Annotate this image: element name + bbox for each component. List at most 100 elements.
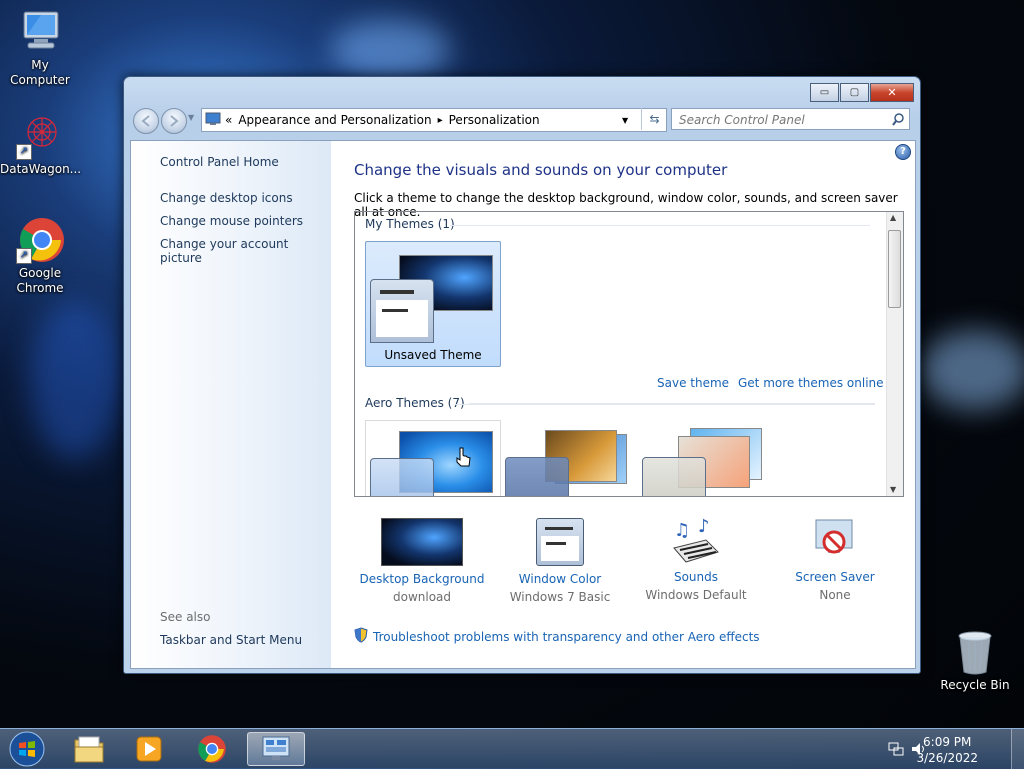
desktop-icon-datawagon[interactable]: ↗ DataWagon... bbox=[0, 112, 82, 177]
get-more-themes-link[interactable]: Get more themes online bbox=[738, 376, 884, 390]
breadcrumb-separator-icon[interactable]: ▸ bbox=[438, 115, 443, 126]
desktop-background-icon bbox=[381, 518, 463, 566]
theme-windows-7[interactable] bbox=[365, 420, 501, 496]
theme-characters[interactable] bbox=[640, 420, 770, 496]
start-orb-icon bbox=[9, 731, 45, 767]
svg-text:♪: ♪ bbox=[698, 518, 710, 537]
change-desktop-icons-link[interactable]: Change desktop icons bbox=[160, 191, 293, 205]
network-icon[interactable] bbox=[888, 741, 904, 760]
back-button[interactable] bbox=[133, 108, 159, 134]
recycle-bin-icon bbox=[955, 630, 995, 676]
taskbar-explorer[interactable] bbox=[62, 732, 116, 766]
desktop-icon-label: My Computer bbox=[10, 58, 70, 87]
theme-list-scrollbar[interactable]: ▲ ▼ bbox=[886, 212, 903, 496]
save-theme-link[interactable]: Save theme bbox=[657, 376, 729, 390]
search-icon[interactable] bbox=[892, 109, 904, 138]
help-icon[interactable]: ? bbox=[895, 144, 911, 160]
window-color-value: Windows 7 Basic bbox=[509, 590, 611, 604]
forward-arrow-icon bbox=[170, 115, 179, 127]
window-color-item[interactable]: Window Color Windows 7 Basic bbox=[495, 518, 625, 604]
wallpaper-glow bbox=[30, 300, 120, 460]
breadcrumb-item-personalization[interactable]: Personalization bbox=[449, 113, 540, 127]
refresh-button[interactable]: ⇆ bbox=[641, 108, 667, 130]
refresh-icon: ⇆ bbox=[649, 112, 660, 126]
desktop-icon-my-computer[interactable]: My Computer bbox=[0, 8, 80, 88]
shield-icon bbox=[354, 627, 368, 646]
computer-icon bbox=[16, 8, 64, 56]
address-dropdown-icon[interactable]: ▼ bbox=[622, 116, 628, 125]
theme-architecture[interactable] bbox=[505, 420, 635, 496]
taskbar: 6:09 PM 3/26/2022 bbox=[0, 728, 1024, 769]
wallpaper-glow bbox=[920, 330, 1024, 410]
scrollbar-thumb[interactable] bbox=[888, 230, 901, 308]
change-mouse-pointers-link[interactable]: Change mouse pointers bbox=[160, 214, 303, 228]
maximize-icon: ▢ bbox=[849, 87, 860, 98]
sounds-icon: ♫ ♪ bbox=[670, 516, 722, 564]
window-body-line bbox=[382, 309, 408, 312]
window-color-icon bbox=[536, 518, 584, 566]
desktop-icon-chrome[interactable]: ↗ Google Chrome bbox=[0, 216, 80, 296]
sounds-value: Windows Default bbox=[645, 588, 747, 602]
page-heading: Change the visuals and sounds on your co… bbox=[354, 161, 728, 179]
taskbar-start-menu-link[interactable]: Taskbar and Start Menu bbox=[160, 633, 302, 647]
datawagon-icon: ↗ bbox=[16, 112, 64, 160]
show-desktop-button[interactable] bbox=[1011, 729, 1024, 769]
control-panel-icon bbox=[205, 112, 221, 129]
troubleshoot-link[interactable]: Troubleshoot problems with transparency … bbox=[373, 630, 760, 644]
maximize-button[interactable]: ▢ bbox=[840, 83, 869, 102]
theme-name: Unsaved Theme bbox=[384, 348, 482, 362]
navigation-bar: ▼ « Appearance and Personalization ▸ Per… bbox=[131, 107, 913, 134]
group-divider bbox=[455, 404, 875, 405]
personalization-window: ▭ ▢ ✕ ▼ « Appearance and Personalization… bbox=[123, 76, 921, 674]
sounds-item[interactable]: ♫ ♪ Sounds Windows Default bbox=[631, 516, 761, 602]
chrome-icon bbox=[198, 735, 226, 763]
title-buttons: ▭ ▢ ✕ bbox=[809, 83, 914, 102]
see-also-label: See also bbox=[160, 610, 211, 624]
change-account-picture-link[interactable]: Change your account picture bbox=[160, 237, 331, 265]
sounds-link[interactable]: Sounds bbox=[631, 570, 761, 584]
desktop-background-item[interactable]: Desktop Background download bbox=[357, 518, 487, 604]
minimize-button[interactable]: ▭ bbox=[810, 83, 839, 102]
clock-time: 6:09 PM bbox=[923, 735, 972, 749]
window-content: Control Panel Home Change desktop icons … bbox=[130, 140, 916, 669]
forward-button[interactable] bbox=[161, 108, 187, 134]
taskbar-chrome[interactable] bbox=[185, 732, 239, 766]
close-button[interactable]: ✕ bbox=[870, 83, 914, 102]
start-button[interactable] bbox=[2, 731, 52, 767]
control-panel-home-link[interactable]: Control Panel Home bbox=[160, 155, 279, 169]
taskbar-media-player[interactable] bbox=[122, 732, 176, 766]
troubleshoot-row: Troubleshoot problems with transparency … bbox=[354, 627, 760, 646]
close-icon: ✕ bbox=[887, 86, 897, 99]
theme-window-color-preview bbox=[642, 457, 706, 496]
media-player-icon bbox=[136, 736, 162, 762]
mouse-cursor-icon bbox=[456, 447, 472, 470]
desktop-icon-label: DataWagon... bbox=[0, 162, 82, 176]
task-pane: Control Panel Home Change desktop icons … bbox=[131, 141, 331, 668]
svg-text:♫: ♫ bbox=[674, 520, 690, 541]
recent-pages-chevron-icon[interactable]: ▼ bbox=[188, 113, 194, 122]
clock[interactable]: 6:09 PM 3/26/2022 bbox=[916, 734, 978, 766]
theme-window-color-preview bbox=[370, 458, 434, 496]
theme-unsaved-theme[interactable]: Unsaved Theme bbox=[365, 241, 501, 367]
screen-saver-item[interactable]: Screen Saver None bbox=[770, 518, 900, 602]
desktop-background-link[interactable]: Desktop Background bbox=[357, 572, 487, 586]
scroll-down-icon[interactable]: ▼ bbox=[890, 485, 896, 494]
desktop-background-value: download bbox=[392, 590, 452, 604]
back-arrow-icon bbox=[141, 115, 150, 127]
shortcut-arrow-icon: ↗ bbox=[16, 248, 32, 264]
breadcrumb-item-appearance[interactable]: Appearance and Personalization bbox=[238, 113, 431, 127]
theme-list: My Themes (1) Unsaved Theme Save theme G… bbox=[354, 211, 904, 497]
taskbar-control-panel[interactable] bbox=[247, 732, 305, 766]
search-placeholder: Search Control Panel bbox=[679, 113, 805, 127]
scroll-up-icon[interactable]: ▲ bbox=[890, 213, 896, 222]
minimize-icon: ▭ bbox=[819, 87, 830, 98]
breadcrumb-prefix[interactable]: « bbox=[225, 113, 232, 127]
group-label-aero-themes: Aero Themes (7) bbox=[365, 396, 469, 410]
screen-saver-link[interactable]: Screen Saver bbox=[770, 570, 900, 584]
group-divider bbox=[450, 225, 870, 226]
desktop-icon-recycle-bin[interactable]: Recycle Bin bbox=[935, 630, 1015, 693]
chrome-icon: ↗ bbox=[16, 216, 64, 264]
address-bar[interactable]: « Appearance and Personalization ▸ Perso… bbox=[201, 108, 667, 132]
search-input[interactable]: Search Control Panel bbox=[671, 108, 910, 130]
window-color-link[interactable]: Window Color bbox=[495, 572, 625, 586]
